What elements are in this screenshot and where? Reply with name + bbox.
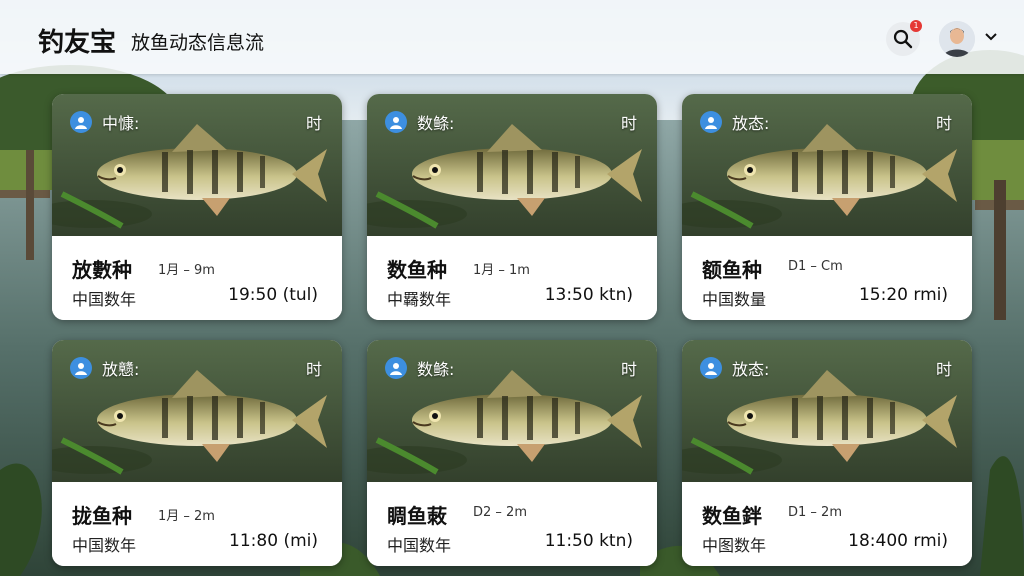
app-title: 钓友宝 xyxy=(38,28,117,58)
page-subtitle: 放鱼动态信息流 xyxy=(131,32,265,54)
notification-badge: 1 xyxy=(910,20,922,32)
card-info: 额鱼种 D1 – Cm 中国数量 15:20 rmi) xyxy=(682,236,972,320)
user-icon xyxy=(70,357,92,379)
release-location: 中国数年 xyxy=(72,536,137,555)
chevron-down-icon[interactable] xyxy=(984,32,998,42)
fish-species-title: 拢鱼种 xyxy=(72,504,132,528)
release-location: 中图数年 xyxy=(702,536,767,555)
card-info: 睭鱼蓛 D2 – 2m 中国数年 11:50 ktn) xyxy=(367,482,657,566)
uploader-chip: 数鲦: xyxy=(385,356,454,380)
fish-species-title: 数鱼种 xyxy=(387,258,447,282)
release-time: 11:80 (mi) xyxy=(229,531,318,551)
user-icon xyxy=(70,111,92,133)
search-icon xyxy=(893,29,913,49)
uploader-chip: 放戆: xyxy=(70,356,139,380)
release-time: 11:50 ktn) xyxy=(544,531,633,551)
top-app-bar: 钓友宝 放鱼动态信息流 1 xyxy=(0,0,1024,74)
time-tag: 时 xyxy=(935,360,952,379)
release-time: 19:50 (tul) xyxy=(228,285,318,305)
time-tag: 时 xyxy=(935,114,952,133)
fish-size: D2 – 2m xyxy=(473,505,527,520)
fish-species-title: 额鱼种 xyxy=(702,258,762,282)
release-time: 13:50 ktn) xyxy=(544,285,633,305)
card-info: 数鱼鉡 D1 – 2m 中图数年 18:400 rmi) xyxy=(682,482,972,566)
fish-size: 1月 – 1m xyxy=(473,263,530,278)
release-location: 中国数年 xyxy=(387,536,452,555)
uploader-label: 数鲦: xyxy=(417,114,455,133)
user-icon xyxy=(700,111,722,133)
user-icon xyxy=(385,111,407,133)
time-tag: 时 xyxy=(305,114,322,133)
fish-size: 1月 – 9m xyxy=(158,263,215,278)
release-location: 中羇数年 xyxy=(387,290,452,309)
uploader-label: 放戆: xyxy=(102,360,140,379)
fish-size: D1 – Cm xyxy=(788,259,843,274)
fish-size: 1月 – 2m xyxy=(158,509,215,524)
feed-card[interactable]: 放态: 时 数鱼鉡 D1 – 2m 中图数年 18:400 rmi) xyxy=(682,340,972,566)
time-tag: 时 xyxy=(620,114,637,133)
avatar[interactable] xyxy=(939,21,975,57)
fish-species-title: 放數种 xyxy=(72,258,132,282)
fish-species-title: 数鱼鉡 xyxy=(702,504,762,528)
card-info: 数鱼种 1月 – 1m 中羇数年 13:50 ktn) xyxy=(367,236,657,320)
feed-card[interactable]: 放态: 时 额鱼种 D1 – Cm 中国数量 15:20 rmi) xyxy=(682,94,972,320)
release-time: 18:400 rmi) xyxy=(848,531,948,551)
uploader-chip: 放态: xyxy=(700,110,769,134)
feed-card[interactable]: 放戆: 时 拢鱼种 1月 – 2m 中国数年 11:80 (mi) xyxy=(52,340,342,566)
feed-card[interactable]: 数鲦: 时 数鱼种 1月 – 1m 中羇数年 13:50 ktn) xyxy=(367,94,657,320)
card-info: 拢鱼种 1月 – 2m 中国数年 11:80 (mi) xyxy=(52,482,342,566)
release-time: 15:20 rmi) xyxy=(858,285,948,305)
release-location: 中国数年 xyxy=(72,290,137,309)
uploader-label: 数鲦: xyxy=(417,360,455,379)
time-tag: 时 xyxy=(305,360,322,379)
uploader-label: 放态: xyxy=(732,114,770,133)
card-info: 放數种 1月 – 9m 中国数年 19:50 (tul) xyxy=(52,236,342,320)
fish-size: D1 – 2m xyxy=(788,505,842,520)
user-icon xyxy=(700,357,722,379)
fish-species-title: 睭鱼蓛 xyxy=(387,504,447,528)
feed-card[interactable]: 中慷: 时 放數种 1月 – 9m 中国数年 19:50 (tul) xyxy=(52,94,342,320)
uploader-chip: 数鲦: xyxy=(385,110,454,134)
uploader-chip: 中慷: xyxy=(70,110,139,134)
user-icon xyxy=(385,357,407,379)
search-button[interactable]: 1 xyxy=(886,20,922,56)
uploader-label: 中慷: xyxy=(102,114,140,133)
uploader-label: 放态: xyxy=(732,360,770,379)
avatar-icon xyxy=(939,21,975,57)
time-tag: 时 xyxy=(620,360,637,379)
release-location: 中国数量 xyxy=(702,290,767,309)
uploader-chip: 放态: xyxy=(700,356,769,380)
feed-card[interactable]: 数鲦: 时 睭鱼蓛 D2 – 2m 中国数年 11:50 ktn) xyxy=(367,340,657,566)
